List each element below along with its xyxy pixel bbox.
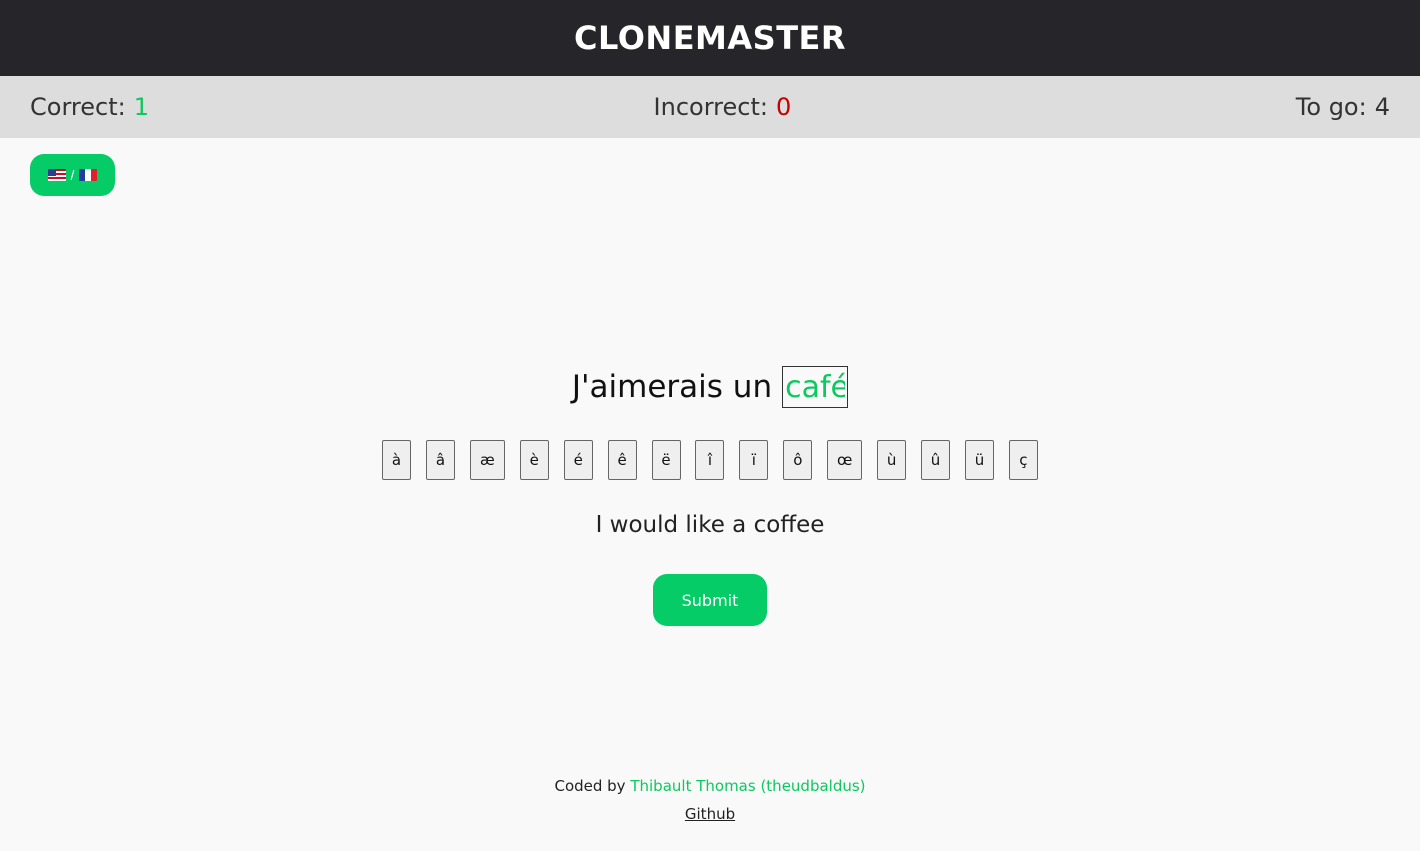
- accent-button-u-grave[interactable]: ù: [877, 440, 907, 480]
- togo-label: To go:: [1295, 93, 1367, 121]
- incorrect-score: Incorrect: 0: [654, 93, 792, 121]
- score-bar: Correct: 1 Incorrect: 0 To go: 4: [0, 76, 1420, 138]
- us-flag-icon: [47, 169, 66, 181]
- answer-input[interactable]: [782, 366, 849, 408]
- coded-by-label: Coded by: [554, 777, 626, 795]
- app-header: CLONEMASTER: [0, 0, 1420, 76]
- sentence-prefix: J'aimerais un: [571, 369, 773, 405]
- accent-button-e-grave[interactable]: è: [519, 440, 549, 480]
- accent-button-oe-ligature[interactable]: œ: [827, 440, 863, 480]
- accent-button-a-circumflex[interactable]: â: [425, 440, 455, 480]
- accent-button-u-diaeresis[interactable]: ü: [964, 440, 994, 480]
- correct-label: Correct:: [30, 93, 126, 121]
- language-toggle-button[interactable]: /: [30, 154, 115, 196]
- incorrect-label: Incorrect:: [653, 93, 768, 121]
- fr-flag-icon: [79, 169, 98, 181]
- accent-button-e-diaeresis[interactable]: ë: [651, 440, 681, 480]
- author-link[interactable]: Thibault Thomas (theudbaldus): [630, 777, 865, 795]
- language-separator: /: [70, 167, 75, 183]
- accent-button-i-circumflex[interactable]: î: [695, 440, 725, 480]
- github-link[interactable]: Github: [685, 805, 735, 823]
- accent-button-e-circumflex[interactable]: ê: [607, 440, 637, 480]
- footer: Coded by Thibault Thomas (theudbaldus) G…: [0, 772, 1420, 828]
- correct-value: 1: [133, 93, 149, 121]
- accent-buttons: à â æ è é ê ë î ï ô œ ù û ü ç: [382, 440, 1038, 480]
- translation-text: I would like a coffee: [595, 512, 825, 538]
- accent-button-ae-ligature[interactable]: æ: [469, 440, 505, 480]
- accent-button-c-cedilla[interactable]: ç: [1008, 440, 1038, 480]
- accent-button-i-diaeresis[interactable]: ï: [739, 440, 769, 480]
- footer-credit: Coded by Thibault Thomas (theudbaldus): [0, 772, 1420, 800]
- togo-score: To go: 4: [1296, 93, 1390, 121]
- accent-button-u-circumflex[interactable]: û: [921, 440, 951, 480]
- togo-value: 4: [1374, 93, 1390, 121]
- accent-button-e-acute[interactable]: é: [563, 440, 593, 480]
- exercise-sentence: J'aimerais un: [0, 366, 1420, 408]
- incorrect-value: 0: [775, 93, 792, 121]
- accent-button-a-grave[interactable]: à: [382, 440, 411, 480]
- accent-button-o-circumflex[interactable]: ô: [783, 440, 813, 480]
- submit-button[interactable]: Submit: [653, 574, 767, 626]
- correct-score: Correct: 1: [30, 93, 149, 121]
- app-logo: CLONEMASTER: [573, 19, 847, 57]
